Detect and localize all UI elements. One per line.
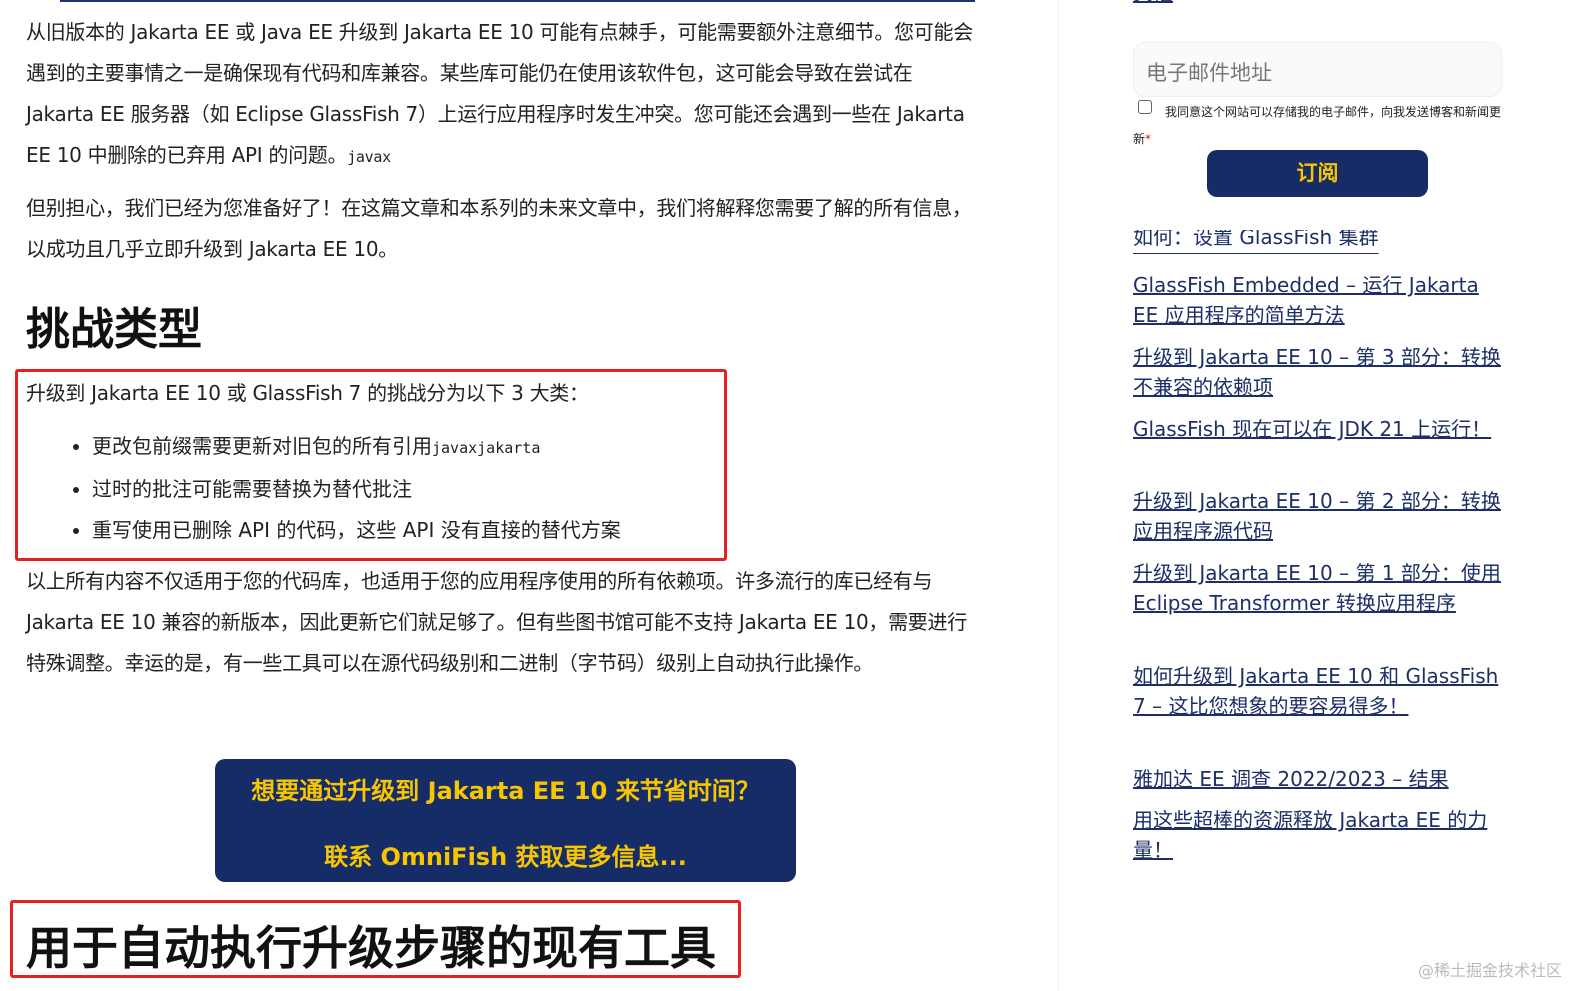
sidebar-link[interactable]: 升级到 Jakarta EE 10 – 第 3 部分：转换不兼容的依赖项	[1133, 342, 1503, 402]
top-border	[60, 0, 975, 2]
cta-line2: 联系 OmniFish 获取更多信息...	[324, 843, 687, 871]
consent-label: 我同意这个网站可以存储我的电子邮件，向我发送博客和新闻更新*	[1133, 99, 1503, 153]
sidebar-link[interactable]: 如何升级到 Jakarta EE 10 和 GlassFish 7 – 这比您想…	[1133, 661, 1503, 721]
sidebar-link[interactable]: 雅加达 EE 调查 2022/2023 – 结果	[1133, 764, 1503, 794]
heading-challenge-types: 挑战类型	[26, 304, 202, 355]
cta-line1: 想要通过升级到 Jakarta EE 10 来节省时间？	[251, 777, 760, 805]
consent-text: 我同意这个网站可以存储我的电子邮件，向我发送博客和新闻更新	[1133, 105, 1502, 146]
highlight-box	[15, 369, 727, 561]
paragraph-reassure: 但别担心，我们已经为您准备好了！在这篇文章和本系列的未来文章中，我们将解释您需要…	[26, 196, 972, 261]
email-input[interactable]: 电子邮件地址	[1133, 42, 1502, 97]
inline-code: javax	[347, 148, 391, 166]
watermark: @稀土掘金技术社区	[1417, 961, 1562, 980]
sidebar-link[interactable]: 升级到 Jakarta EE 10 – 第 2 部分：转换应用程序源代码	[1133, 486, 1503, 546]
paragraph-intro: 从旧版本的 Jakarta EE 或 Java EE 升级到 Jakarta E…	[26, 12, 986, 178]
subscribe-button[interactable]: 订阅	[1207, 150, 1428, 197]
consent-checkbox[interactable]	[1138, 100, 1152, 114]
cta-button[interactable]: 想要通过升级到 Jakarta EE 10 来节省时间？ 联系 OmniFish…	[215, 759, 796, 882]
required-mark: *	[1145, 132, 1152, 146]
sidebar-link[interactable]: 其他	[1133, 0, 1503, 8]
paragraph-text: 从旧版本的 Jakarta EE 或 Java EE 升级到 Jakarta E…	[26, 20, 973, 167]
sidebar-link[interactable]: GlassFish 现在可以在 JDK 21 上运行！	[1133, 414, 1503, 444]
column-divider	[1058, 0, 1059, 991]
email-placeholder: 电子邮件地址	[1146, 61, 1272, 85]
sidebar-link[interactable]: GlassFish Embedded – 运行 Jakarta EE 应用程序的…	[1133, 270, 1503, 330]
sidebar-link[interactable]: 如何：设置 GlassFish 集群	[1133, 230, 1503, 254]
highlight-box	[10, 900, 741, 978]
sidebar-link[interactable]: 用这些超棒的资源释放 Jakarta EE 的力量！	[1133, 805, 1503, 865]
sidebar-link[interactable]: 升级到 Jakarta EE 10 – 第 1 部分：使用 Eclipse Tr…	[1133, 558, 1503, 618]
sidebar-link-text: 如何：设置 GlassFish 集群	[1133, 230, 1379, 249]
paragraph-dependencies: 以上所有内容不仅适用于您的代码库，也适用于您的应用程序使用的所有依赖项。许多流行…	[26, 569, 967, 675]
